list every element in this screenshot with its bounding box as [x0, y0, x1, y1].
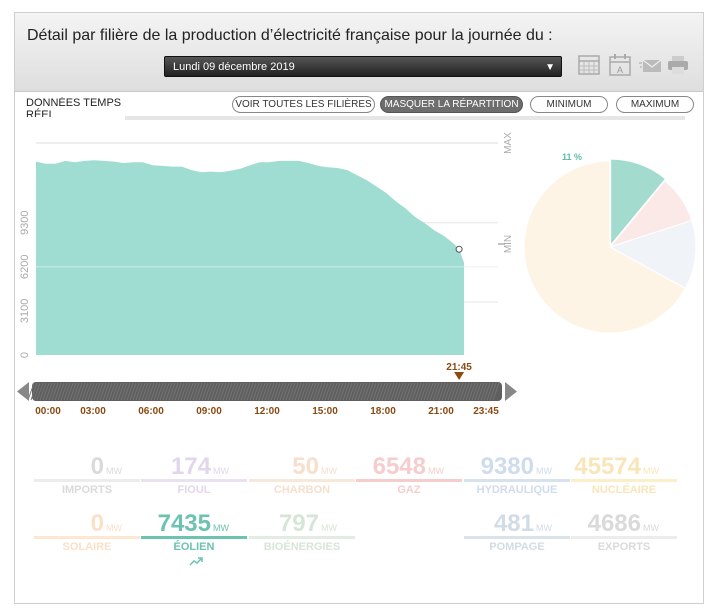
stat-label: GAZ [397, 484, 421, 496]
stat-bar [571, 479, 677, 482]
stat-imports[interactable]: 0 MW IMPORTS [34, 453, 140, 505]
right-arrow-icon [505, 382, 517, 401]
stat-value: 7435 [157, 510, 211, 537]
stat-label: POMPAGE [489, 541, 545, 553]
stat-unit: MW [213, 466, 229, 476]
stat-bar [464, 536, 570, 539]
stat-bar [34, 479, 140, 482]
stat-hydraulique[interactable]: 9380 MW HYDRAULIQUE [464, 453, 570, 505]
stat-unit: MW [643, 523, 659, 533]
y-tick-label: 9300 [19, 210, 31, 234]
stat-value: 6548 [372, 453, 426, 480]
x-tick-label: 00:00 [35, 406, 61, 417]
x-tick-label: 21:00 [428, 406, 454, 417]
left-arrow-icon [17, 382, 29, 401]
stat-label: BIOÉNERGIES [263, 541, 341, 553]
stat-bar [34, 536, 140, 539]
stat-value: 50 [292, 453, 319, 480]
stat-bar [249, 479, 355, 482]
x-tick-label: 09:00 [196, 406, 222, 417]
stat-label: CHARBON [273, 484, 331, 496]
y-tick-label: 0 [19, 352, 31, 358]
stat-value: 0 [90, 453, 104, 480]
stat-unit: MW [321, 466, 337, 476]
stat-value: 0 [90, 510, 104, 537]
stat-bar [141, 536, 247, 539]
stat-value: 9380 [480, 453, 534, 480]
marker-time-label: 21:45 [446, 362, 472, 373]
stat-value: 45574 [574, 453, 641, 480]
x-tick-label: 03:00 [80, 406, 106, 417]
stat-nucleaire[interactable]: 45574 MW NUCLÉAIRE [571, 453, 677, 505]
stat-value: 4686 [587, 510, 641, 537]
stat-bioenergies[interactable]: 797 MW BIOÉNERGIES [249, 510, 355, 562]
trend-up-icon [189, 557, 203, 566]
y-tick-label: 6200 [19, 255, 31, 279]
x-tick-label: 06:00 [138, 406, 164, 417]
stat-unit: MW [213, 523, 229, 533]
stat-eolien[interactable]: 7435 MW ÉOLIEN [141, 510, 247, 566]
stat-label: FIOUL [177, 484, 211, 496]
marker-triangle [454, 372, 465, 380]
stat-label: HYDRAULIQUE [476, 484, 558, 496]
stat-label: IMPORTS [61, 484, 113, 496]
stat-unit: MW [643, 466, 659, 476]
timeline-slider[interactable] [17, 382, 517, 401]
x-tick-label: 12:00 [254, 406, 280, 417]
stat-pompage[interactable]: 481 MW POMPAGE [464, 510, 570, 562]
stat-value: 174 [170, 453, 211, 480]
stat-unit: MW [106, 466, 122, 476]
stat-fioul[interactable]: 174 MW FIOUL [141, 453, 247, 505]
stat-label: NUCLÉAIRE [591, 484, 657, 496]
max-label: MAX [503, 132, 514, 154]
x-tick-label: 18:00 [370, 406, 396, 417]
stat-value: 797 [278, 510, 319, 537]
stat-unit: MW [106, 523, 122, 533]
stat-bar [571, 536, 677, 539]
eolien-area [36, 160, 464, 355]
stat-bar [464, 479, 570, 482]
pie-percent-label: 11 % [562, 152, 582, 162]
stat-label: EXPORTS [597, 541, 651, 553]
stat-unit: MW [536, 466, 552, 476]
y-tick-label: 3100 [19, 299, 31, 323]
stat-charbon[interactable]: 50 MW CHARBON [249, 453, 355, 505]
stat-label: SOLAIRE [62, 541, 112, 553]
stat-bar [356, 479, 462, 482]
stat-unit: MW [536, 523, 552, 533]
stat-solaire[interactable]: 0 MW SOLAIRE [34, 510, 140, 562]
stat-gaz[interactable]: 6548 MW GAZ [356, 453, 462, 505]
stat-value: 481 [493, 510, 534, 537]
x-tick-label: 15:00 [312, 406, 338, 417]
current-value-marker [455, 245, 463, 253]
stat-bar [141, 479, 247, 482]
x-tick-label: 23:45 [473, 406, 499, 417]
stat-bar [249, 536, 355, 539]
stat-exports[interactable]: 4686 MW EXPORTS [571, 510, 677, 562]
stat-unit: MW [428, 466, 444, 476]
stat-unit: MW [321, 523, 337, 533]
stat-label: ÉOLIEN [173, 541, 215, 553]
